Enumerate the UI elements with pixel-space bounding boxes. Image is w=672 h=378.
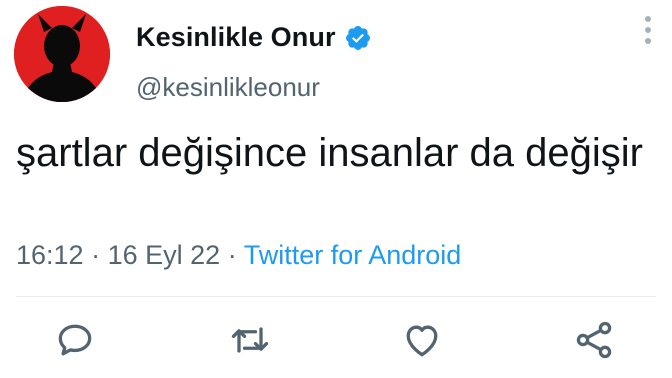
tweet-meta: 16:12 · 16 Eyl 22 · Twitter for Android — [16, 240, 461, 271]
meta-separator: · — [227, 240, 237, 270]
meta-separator: · — [91, 240, 101, 270]
retweet-icon — [231, 327, 269, 353]
avatar[interactable] — [14, 6, 110, 102]
like-button[interactable] — [400, 318, 444, 362]
tweet-source-link[interactable]: Twitter for Android — [244, 240, 462, 270]
action-bar — [0, 318, 672, 362]
author-display-name[interactable]: Kesinlikle Onur — [136, 22, 336, 53]
devil-silhouette-icon — [14, 6, 110, 102]
retweet-button[interactable] — [228, 318, 272, 362]
author-name-row: Kesinlikle Onur — [136, 22, 372, 53]
reply-icon — [58, 324, 92, 356]
tweet-date[interactable]: 16 Eyl 22 — [108, 240, 221, 270]
heart-icon — [406, 325, 438, 357]
more-options-icon[interactable] — [642, 16, 654, 52]
reply-button[interactable] — [53, 318, 97, 362]
share-button[interactable] — [572, 318, 616, 362]
divider — [16, 296, 656, 297]
tweet-time[interactable]: 16:12 — [16, 240, 84, 270]
tweet-text: şartlar değişince insanlar da değişir — [16, 131, 643, 175]
author-handle[interactable]: @kesinlikleonur — [136, 72, 320, 103]
verified-badge-icon — [345, 25, 370, 50]
share-icon — [576, 321, 612, 359]
